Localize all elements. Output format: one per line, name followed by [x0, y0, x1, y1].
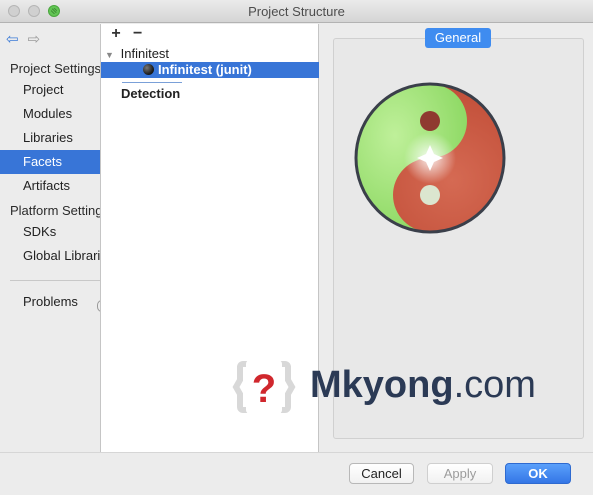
- expand-triangle-icon[interactable]: ▼: [105, 47, 117, 63]
- sidebar-item-project[interactable]: Project: [0, 78, 100, 102]
- remove-facet-button[interactable]: −: [129, 26, 147, 42]
- sidebar-item-sdks[interactable]: SDKs: [0, 220, 100, 244]
- platform-settings-header: Platform Settings: [10, 203, 100, 218]
- svg-text:?: ?: [252, 367, 276, 411]
- title-bar: Project Structure: [0, 0, 593, 23]
- watermark-domain: .com: [453, 364, 536, 406]
- forward-arrow-icon[interactable]: ⇨: [28, 32, 46, 48]
- watermark-text: Mkyong.com: [310, 364, 536, 407]
- dialog-button-bar: Cancel Apply OK: [0, 452, 593, 495]
- tree-node-detection[interactable]: Detection: [101, 86, 319, 102]
- sidebar-item-modules[interactable]: Modules: [0, 102, 100, 126]
- navigation-arrows: ⇦ ⇨: [6, 32, 46, 48]
- infinitest-facet-icon: [143, 64, 154, 75]
- infinitest-logo-icon: [353, 81, 507, 235]
- sidebar-divider: [10, 280, 100, 281]
- tree-node-infinitest-junit[interactable]: Infinitest (junit): [101, 62, 319, 78]
- tree-toolbar: + −: [107, 26, 147, 42]
- sidebar-item-problems[interactable]: Problems: [0, 290, 100, 314]
- watermark-brand: Mkyong: [310, 364, 454, 406]
- back-arrow-icon[interactable]: ⇦: [6, 32, 24, 48]
- settings-sidebar: ⇦ ⇨ Project Settings Project Modules Lib…: [0, 24, 100, 452]
- apply-button[interactable]: Apply: [427, 463, 493, 484]
- window-title: Project Structure: [248, 4, 345, 19]
- ok-button[interactable]: OK: [505, 463, 571, 484]
- sidebar-item-facets[interactable]: Facets: [0, 150, 100, 174]
- project-settings-header: Project Settings: [10, 61, 100, 76]
- sidebar-item-artifacts[interactable]: Artifacts: [0, 174, 100, 198]
- project-structure-window: Project Structure ⇦ ⇨ Project Settings P…: [0, 0, 593, 495]
- sidebar-item-global-libraries[interactable]: Global Libraries: [0, 244, 100, 268]
- tree-node-infinitest[interactable]: ▼ Infinitest: [101, 46, 319, 62]
- add-facet-button[interactable]: +: [107, 26, 125, 42]
- cancel-button[interactable]: Cancel: [349, 463, 414, 484]
- detection-underline: [122, 82, 182, 83]
- sidebar-item-libraries[interactable]: Libraries: [0, 126, 100, 150]
- mkyong-logo-icon: ?: [232, 360, 296, 414]
- tab-general[interactable]: General: [425, 28, 491, 48]
- tree-node-label: Infinitest: [120, 46, 170, 61]
- tree-node-label: Infinitest (junit): [158, 62, 252, 77]
